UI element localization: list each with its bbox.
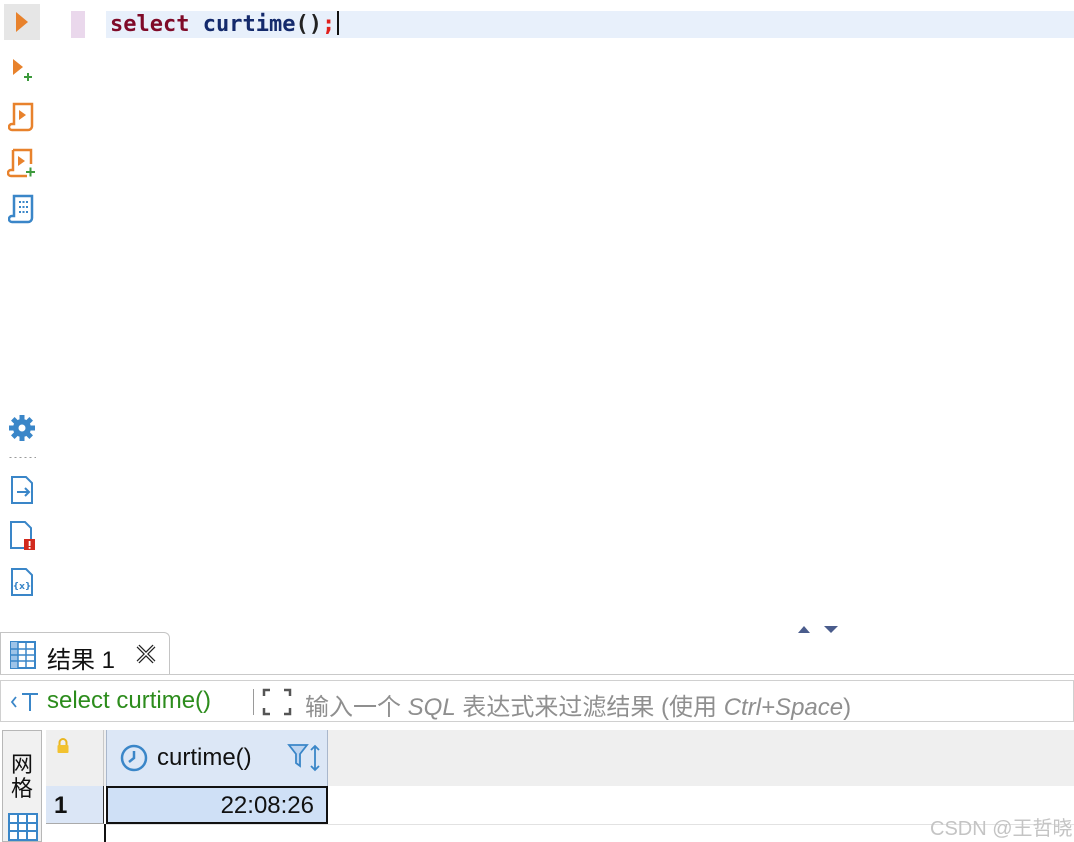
sql-text-icon — [10, 693, 38, 711]
expand-icon[interactable] — [261, 687, 293, 717]
grid-row-line — [106, 824, 1074, 825]
export-icon — [11, 476, 33, 504]
sql-function: curtime — [202, 12, 296, 37]
execute-icon — [16, 12, 28, 32]
execute-new-tab-icon — [13, 59, 32, 81]
execute-statement-button[interactable] — [4, 4, 40, 40]
close-icon[interactable] — [135, 643, 157, 665]
settings-icon — [9, 415, 35, 441]
results-grid[interactable]: curtime() 1 22:08:26 — [46, 730, 1074, 842]
grid-view-label: 网格 — [11, 752, 34, 801]
row-number: 1 — [54, 792, 68, 819]
export-button[interactable] — [4, 472, 40, 508]
filter-sort-icon[interactable] — [287, 742, 323, 774]
sql-parens: () — [295, 12, 322, 37]
column-header-curtime[interactable]: curtime() — [106, 730, 328, 786]
execute-script-new-tab-button[interactable] — [4, 144, 40, 180]
variables-button[interactable]: {x} — [4, 564, 40, 600]
error-log-button[interactable] — [4, 518, 40, 554]
row-number-cell[interactable]: 1 — [46, 786, 104, 824]
sql-keyword: select — [110, 12, 190, 37]
execute-in-new-tab-button[interactable] — [4, 52, 40, 88]
cell-value: 22:08:26 — [220, 792, 314, 819]
results-tab-strip: 结果 1 — [0, 632, 1074, 675]
explain-plan-icon — [8, 194, 34, 224]
settings-button[interactable] — [4, 410, 40, 446]
filter-input[interactable]: 输入一个 SQL 表达式来过滤结果 (使用 Ctrl+Space) — [305, 687, 851, 722]
text-caret — [337, 11, 340, 35]
toolbar-separator — [8, 456, 36, 459]
results-filter-bar[interactable]: select curtime() 输入一个 SQL 表达式来过滤结果 (使用 C… — [0, 680, 1074, 722]
grid-border — [104, 824, 106, 842]
grid-table-icon — [10, 641, 36, 669]
clock-icon — [120, 744, 148, 772]
grid-view-side-tab[interactable]: 网格 — [2, 730, 42, 842]
table-cell[interactable]: 22:08:26 — [106, 786, 328, 824]
explain-plan-button[interactable] — [4, 190, 40, 226]
variables-icon: {x} — [11, 568, 33, 596]
sql-terminator: ; — [321, 12, 336, 37]
results-tab-label: 结果 1 — [47, 647, 116, 674]
column-header-label: curtime() — [157, 744, 252, 771]
results-tab[interactable]: 结果 1 — [0, 632, 170, 674]
active-query-text: select curtime() — [47, 687, 212, 714]
error-log-icon — [10, 521, 35, 550]
execute-script-new-tab-icon — [7, 148, 35, 178]
filter-separator — [253, 689, 254, 715]
line-change-marker — [71, 11, 85, 38]
svg-text:{x}: {x} — [13, 582, 32, 592]
row-number-header — [46, 730, 104, 786]
watermark: CSDN @王哲晓 — [930, 818, 1073, 840]
lock-icon — [57, 738, 69, 753]
execute-script-icon — [8, 102, 34, 132]
execute-script-button[interactable] — [4, 98, 40, 134]
grid-icon — [8, 813, 38, 841]
sql-editor-line[interactable]: select curtime(); — [110, 11, 340, 38]
